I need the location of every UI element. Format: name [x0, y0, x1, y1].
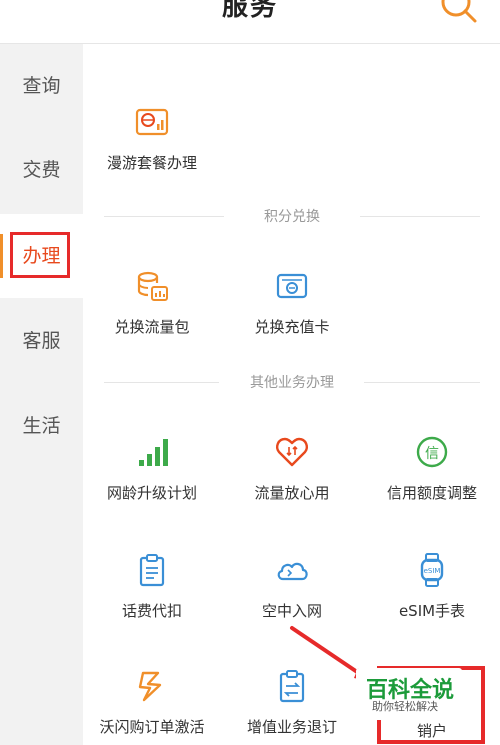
- tile-label: 沃闪购订单激活: [99, 718, 205, 736]
- tile-network-age-upgrade[interactable]: 网龄升级计划: [84, 434, 220, 503]
- section-divider-points: 积分兑换: [104, 206, 480, 226]
- tile-data-worry-free[interactable]: 流量放心用: [224, 434, 360, 503]
- tile-label: 兑换充值卡: [254, 318, 330, 336]
- watch-icon: eSIM: [420, 553, 444, 587]
- sidebar-item-handle[interactable]: 办理: [0, 214, 83, 298]
- tile-credit-adjust[interactable]: 信 信用额度调整: [364, 434, 500, 503]
- tile-exchange-card[interactable]: 兑换充值卡: [224, 268, 360, 337]
- data-coins-icon: [137, 271, 168, 301]
- tile-esim-watch[interactable]: eSIM eSIM手表: [364, 552, 500, 621]
- tile-exchange-data[interactable]: 兑换流量包: [84, 268, 220, 337]
- svg-text:信: 信: [425, 446, 439, 462]
- highlight-box: [10, 232, 70, 278]
- tile-label: 流量放心用: [254, 484, 330, 502]
- watermark-tagline: 助你轻松解决: [372, 700, 438, 713]
- svg-text:eSIM: eSIM: [424, 567, 441, 575]
- tile-label: 漫游套餐办理: [106, 154, 197, 172]
- tile-flash-order-activate[interactable]: 沃闪购订单激活: [84, 668, 220, 737]
- sidebar-item-query[interactable]: 查询: [0, 44, 83, 128]
- lightning-icon: [138, 671, 162, 702]
- credit-icon: 信: [416, 436, 448, 468]
- active-indicator: [0, 234, 3, 278]
- tile-label: 空中入网: [261, 602, 322, 620]
- cloud-icon: [277, 562, 308, 581]
- tile-air-network[interactable]: 空中入网: [224, 552, 360, 621]
- tile-label: 话费代扣: [121, 602, 182, 620]
- roaming-package-icon: [135, 108, 169, 136]
- header-bar: 服务: [0, 0, 500, 44]
- tile-label: 网龄升级计划: [106, 484, 197, 502]
- tile-label: eSIM手表: [398, 602, 466, 620]
- clipboard-bill-icon: [139, 554, 165, 587]
- section-title: 其他业务办理: [250, 375, 334, 391]
- search-icon[interactable]: [440, 0, 480, 26]
- section-divider-other: 其他业务办理: [104, 372, 480, 392]
- tile-label: 信用额度调整: [386, 484, 477, 502]
- tile-bill-withhold[interactable]: 话费代扣: [84, 552, 220, 621]
- tile-roaming-package[interactable]: 漫游套餐办理: [84, 104, 220, 173]
- sidebar-item-life[interactable]: 生活: [0, 384, 83, 468]
- section-title: 积分兑换: [264, 209, 320, 225]
- heart-data-icon: [276, 437, 308, 467]
- page-title: 服务: [221, 0, 278, 22]
- sidebar: 查询 交费 办理 客服 生活: [0, 44, 83, 745]
- recharge-card-icon: [276, 273, 308, 299]
- tile-label: 兑换流量包: [114, 318, 190, 336]
- sidebar-item-service[interactable]: 客服: [0, 299, 83, 383]
- signal-bars-icon: [139, 439, 168, 466]
- watermark-logo: 百科全说 助你轻松解决: [356, 668, 462, 720]
- sidebar-item-payment[interactable]: 交费: [0, 128, 83, 212]
